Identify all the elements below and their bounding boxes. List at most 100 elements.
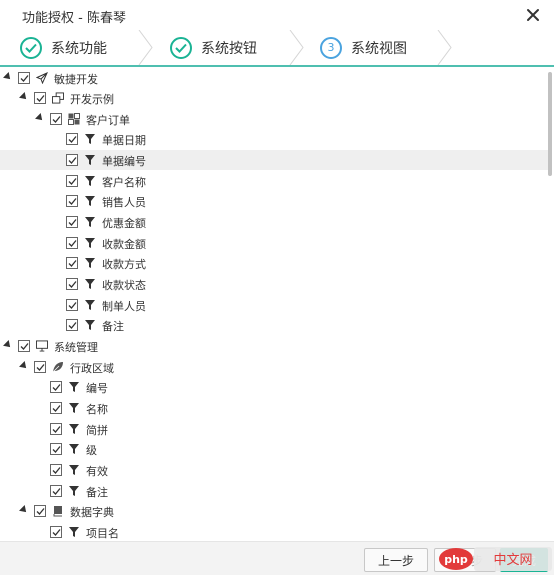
tree-toggle-icon[interactable]: [19, 360, 29, 371]
tree-node[interactable]: 数据字典: [0, 501, 548, 521]
tree-node-label: 单据日期: [102, 134, 146, 148]
tree-node[interactable]: 收款状态: [0, 274, 548, 294]
tree-node[interactable]: 编号: [0, 377, 548, 397]
filter-icon: [84, 318, 96, 332]
cubes-icon: [68, 112, 80, 126]
tree-scrollbar[interactable]: [548, 72, 552, 176]
tree-checkbox[interactable]: [50, 402, 62, 415]
tree-node-label: 数据字典: [70, 506, 114, 520]
tree-checkbox[interactable]: [34, 505, 46, 518]
tree-node-label: 有效: [86, 465, 108, 479]
paper-plane-icon: [36, 71, 48, 85]
tree-node-label: 客户订单: [86, 113, 130, 127]
watermark-text: 中文网: [493, 553, 532, 568]
tree-checkbox[interactable]: [50, 484, 62, 497]
step-label: 系统视图: [351, 40, 407, 57]
tree-checkbox[interactable]: [34, 360, 46, 373]
tree-toggle-icon[interactable]: [19, 92, 29, 103]
tree-node[interactable]: 收款金额: [0, 233, 548, 253]
tree-node[interactable]: 单据编号: [0, 150, 548, 171]
tree-checkbox[interactable]: [66, 257, 78, 270]
filter-icon: [84, 132, 96, 146]
tree-node[interactable]: 销售人员: [0, 191, 548, 211]
tree-node[interactable]: 有效: [0, 460, 548, 480]
leaf-icon: [52, 360, 64, 374]
step-label: 系统按钮: [201, 40, 257, 57]
tree-checkbox[interactable]: [34, 92, 46, 105]
step-chevron-icon: [138, 30, 153, 65]
tree-checkbox[interactable]: [50, 112, 62, 125]
tree-node[interactable]: 备注: [0, 315, 548, 335]
tree-node[interactable]: 客户名称: [0, 171, 548, 191]
step-chevron-icon: [289, 30, 304, 65]
permission-tree: 敏捷开发开发示例客户订单单据日期单据编号客户名称销售人员 优惠金额收款金额收款方式…: [0, 67, 548, 541]
tree-node-label: 级: [86, 444, 97, 458]
tree-node-label: 系统管理: [54, 341, 98, 355]
tree-node-label: 制单人员: [102, 299, 146, 313]
tree-node[interactable]: 单据日期: [0, 129, 548, 149]
tree-node-label: 客户名称: [102, 175, 146, 189]
step-chevron-icon: [437, 30, 452, 65]
step-system-button[interactable]: 系统按钮: [170, 30, 257, 65]
prev-step-button[interactable]: 上一步: [364, 548, 428, 572]
filter-icon: [68, 525, 80, 539]
close-icon[interactable]: [524, 6, 542, 24]
tree-node-label: 名称: [86, 403, 108, 417]
tree-checkbox[interactable]: [50, 422, 62, 435]
tree-checkbox[interactable]: [18, 71, 30, 84]
tree-node[interactable]: 制单人员: [0, 295, 548, 315]
tree-toggle-icon[interactable]: [19, 505, 29, 516]
tree-checkbox[interactable]: [66, 174, 78, 187]
tree-node-label: 收款金额: [102, 237, 146, 251]
tree-node-label: 敏捷开发: [54, 72, 98, 86]
desktop-icon: [36, 339, 48, 353]
filter-icon: [68, 401, 80, 415]
tree-checkbox[interactable]: [66, 216, 78, 229]
tree-node-label: 开发示例: [70, 93, 114, 107]
tree-node[interactable]: 收款方式: [0, 253, 548, 273]
tree-toggle-icon[interactable]: [3, 71, 13, 82]
tree-node[interactable]: 项目名: [0, 522, 548, 541]
tree-node[interactable]: 优惠金额: [0, 212, 548, 232]
tree-node[interactable]: 敏捷开发: [0, 68, 548, 88]
tree-node[interactable]: 开发示例: [0, 88, 548, 108]
tree-node[interactable]: 名称: [0, 398, 548, 418]
tree-checkbox[interactable]: [66, 236, 78, 249]
step-system-view[interactable]: 3 系统视图: [320, 30, 407, 65]
dialog-titlebar: 功能授权 - 陈春琴: [0, 0, 554, 30]
tree-node[interactable]: 简拼: [0, 419, 548, 439]
tree-checkbox[interactable]: [50, 381, 62, 394]
filter-icon: [68, 422, 80, 436]
tree-node[interactable]: 系统管理: [0, 336, 548, 356]
tree-node[interactable]: 备注: [0, 481, 548, 501]
step-label: 系统功能: [51, 40, 107, 57]
tree-checkbox[interactable]: [66, 319, 78, 332]
filter-icon: [84, 153, 96, 167]
filter-icon: [84, 298, 96, 312]
tree-checkbox[interactable]: [66, 133, 78, 146]
tree-checkbox[interactable]: [66, 195, 78, 208]
clone-icon: [52, 91, 64, 105]
tree-node[interactable]: 客户订单: [0, 109, 548, 129]
tree-checkbox[interactable]: [50, 443, 62, 456]
tree-node[interactable]: 级: [0, 439, 548, 459]
tree-toggle-icon[interactable]: [35, 112, 45, 123]
tree-toggle-icon[interactable]: [3, 340, 13, 351]
dialog-title: 功能授权 - 陈春琴: [22, 11, 126, 26]
step-system-function[interactable]: 系统功能: [20, 30, 107, 65]
tree-checkbox[interactable]: [50, 526, 62, 539]
filter-icon: [84, 236, 96, 250]
check-circle-icon: [170, 36, 192, 59]
tree-node-label: 收款状态: [102, 279, 146, 293]
tree-node[interactable]: 行政区域: [0, 357, 548, 377]
watermark-php: php: [444, 553, 468, 566]
tree-checkbox[interactable]: [50, 464, 62, 477]
tree-checkbox[interactable]: [18, 340, 30, 353]
filter-icon: [84, 256, 96, 270]
tree-checkbox[interactable]: [66, 298, 78, 311]
filter-icon: [84, 277, 96, 291]
tree-checkbox[interactable]: [66, 154, 78, 167]
filter-icon: [68, 442, 80, 456]
tree-checkbox[interactable]: [66, 278, 78, 291]
filter-icon: [68, 484, 80, 498]
